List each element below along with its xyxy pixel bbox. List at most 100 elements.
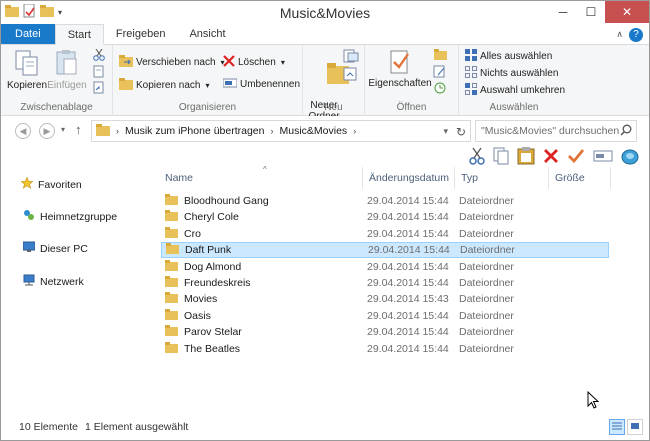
details-view-icon	[612, 421, 622, 434]
copy-to-button[interactable]: Kopieren nach ▾	[119, 78, 210, 93]
checkmark-tool-icon[interactable]	[567, 148, 585, 167]
file-date: 29.04.2014 15:44	[367, 260, 449, 273]
paste-shortcut-icon[interactable]	[93, 81, 105, 94]
cut-tool-icon[interactable]	[469, 147, 485, 168]
minimize-button[interactable]: ─	[549, 1, 577, 23]
help-icon[interactable]: ?	[629, 28, 643, 42]
address-dropdown-icon[interactable]: ▾	[443, 126, 448, 137]
folder-icon	[165, 210, 178, 224]
copy-path-icon[interactable]	[93, 65, 105, 78]
file-type: Dateiordner	[459, 342, 514, 355]
column-header-date[interactable]: Änderungsdatum	[363, 167, 455, 189]
back-button[interactable]: ◀	[15, 123, 31, 139]
open-group-label: Öffnen	[396, 102, 427, 113]
table-row[interactable]: Bloodhound Gang 29.04.2014 15:44 Dateiordn…	[161, 193, 609, 209]
column-header-size[interactable]: Größe	[549, 167, 611, 189]
group-select: Alles auswählen Nichts auswählen Auswahl…	[459, 45, 569, 116]
file-name: Movies	[184, 293, 218, 306]
table-row[interactable]: Parov Stelar 29.04.2014 15:44 Dateiordner	[161, 324, 609, 340]
move-to-button[interactable]: Verschieben nach ▾	[119, 55, 225, 70]
history-icon[interactable]	[433, 81, 447, 94]
large-icons-view-button[interactable]	[627, 419, 643, 435]
delete-button[interactable]: Löschen ▾	[223, 55, 285, 70]
search-input[interactable]: "Music&Movies" durchsuchen	[475, 120, 637, 142]
forward-button[interactable]: ▶	[39, 123, 55, 139]
table-row[interactable]: Movies 29.04.2014 15:43 Dateiordner	[161, 291, 609, 307]
rename-label: Umbenennen	[240, 79, 301, 90]
copy-button[interactable]: Kopieren	[7, 49, 47, 91]
collapse-ribbon-icon[interactable]: ∧	[616, 29, 623, 40]
edit-icon[interactable]	[433, 65, 447, 78]
clipboard-group-label: Zwischenablage	[20, 102, 93, 113]
selection-count: 1 Element ausgewählt	[85, 421, 189, 433]
file-name-cell: Oasis	[165, 308, 211, 323]
tab-start[interactable]: Start	[54, 24, 104, 45]
breadcrumb-separator-icon[interactable]: ›	[353, 126, 356, 136]
file-date: 29.04.2014 15:44	[367, 326, 449, 339]
paste-label: Einfügen	[47, 80, 87, 91]
nav-item-network[interactable]: Netzwerk	[23, 274, 84, 289]
table-row[interactable]: Cro 29.04.2014 15:44 Dateiordner	[161, 226, 609, 242]
up-arrow-icon[interactable]: ↑	[75, 122, 82, 137]
nav-item-this-pc[interactable]: Dieser PC	[22, 241, 88, 256]
nav-item-favorites[interactable]: Favoriten	[20, 176, 82, 192]
file-type: Dateiordner	[459, 309, 514, 322]
tab-share[interactable]: Freigeben	[104, 24, 178, 44]
recent-locations-dropdown-icon[interactable]: ▾	[61, 125, 65, 134]
maximize-button[interactable]: ☐	[577, 1, 605, 23]
refresh-icon[interactable]: ↻	[456, 125, 466, 139]
invert-selection-icon	[465, 83, 477, 98]
shell-tool-icon[interactable]	[621, 147, 639, 168]
copy-tool-icon[interactable]	[493, 147, 509, 168]
close-button[interactable]: ✕	[605, 1, 649, 23]
column-header-type[interactable]: Typ	[455, 167, 549, 189]
nav-item-label: Favoriten	[38, 178, 82, 191]
rename-tool-icon[interactable]	[593, 149, 613, 166]
column-header-name[interactable]: ^ Name	[159, 165, 363, 189]
breadcrumb-separator-icon[interactable]: ›	[271, 126, 274, 136]
delete-tool-icon[interactable]	[543, 148, 559, 167]
file-date: 29.04.2014 15:44	[367, 211, 449, 224]
properties-icon	[387, 49, 413, 78]
details-view-button[interactable]	[609, 419, 625, 435]
file-name-cell: Cheryl Cole	[165, 210, 239, 224]
new-group-label: Neu	[324, 102, 343, 113]
file-name-cell: The Beatles	[165, 341, 240, 356]
file-date: 29.04.2014 15:44	[367, 342, 449, 355]
table-row[interactable]: Oasis 29.04.2014 15:44 Dateiordner	[161, 308, 609, 324]
table-row[interactable]: Cheryl Cole 29.04.2014 15:44 Dateiordner	[161, 209, 609, 225]
file-name: Cro	[184, 227, 201, 240]
breadcrumb-parent[interactable]: Musik zum iPhone übertragen	[125, 125, 265, 137]
nav-item-homegroup[interactable]: Heimnetzgruppe	[23, 209, 117, 224]
move-to-label: Verschieben nach	[136, 57, 216, 68]
delete-label: Löschen	[238, 57, 276, 68]
paste-tool-icon[interactable]	[517, 146, 535, 168]
tab-file[interactable]: Datei	[1, 24, 55, 44]
table-row[interactable]: Dog Almond 29.04.2014 15:44 Dateiordner	[161, 259, 609, 275]
search-icon[interactable]	[620, 124, 632, 139]
cut-icon[interactable]	[93, 49, 105, 61]
breadcrumb-current[interactable]: Music&Movies	[280, 125, 348, 137]
breadcrumb-separator-icon[interactable]: ›	[116, 126, 119, 136]
file-date: 29.04.2014 15:44	[367, 309, 449, 322]
table-row[interactable]: Daft Punk 29.04.2014 15:44 Dateiordner	[161, 242, 609, 259]
invert-selection-button[interactable]: Auswahl umkehren	[465, 83, 565, 98]
select-none-label: Nichts auswählen	[480, 68, 559, 79]
easy-access-icon[interactable]	[343, 67, 359, 81]
open-icon[interactable]	[433, 49, 449, 61]
paste-button[interactable]: Einfügen	[47, 49, 87, 91]
rename-button[interactable]: Umbenennen	[222, 78, 301, 91]
properties-button[interactable]: Eigenschaften	[368, 49, 432, 89]
select-none-button[interactable]: Nichts auswählen	[465, 66, 558, 81]
table-row[interactable]: Freundeskreis 29.04.2014 15:44 Dateiordner	[161, 275, 609, 291]
address-bar[interactable]: › Musik zum iPhone übertragen › Music&Mo…	[91, 120, 471, 142]
tab-view[interactable]: Ansicht	[177, 24, 237, 44]
file-name-cell: Freundeskreis	[165, 276, 251, 290]
select-all-button[interactable]: Alles auswählen	[465, 49, 552, 64]
table-row[interactable]: The Beatles 29.04.2014 15:44 Dateiordner	[161, 341, 609, 357]
delete-dropdown-icon: ▾	[280, 58, 285, 67]
select-none-icon	[465, 66, 477, 81]
new-item-icon[interactable]	[343, 49, 359, 63]
move-folder-icon	[119, 55, 133, 70]
file-name-cell: Bloodhound Gang	[165, 194, 269, 208]
